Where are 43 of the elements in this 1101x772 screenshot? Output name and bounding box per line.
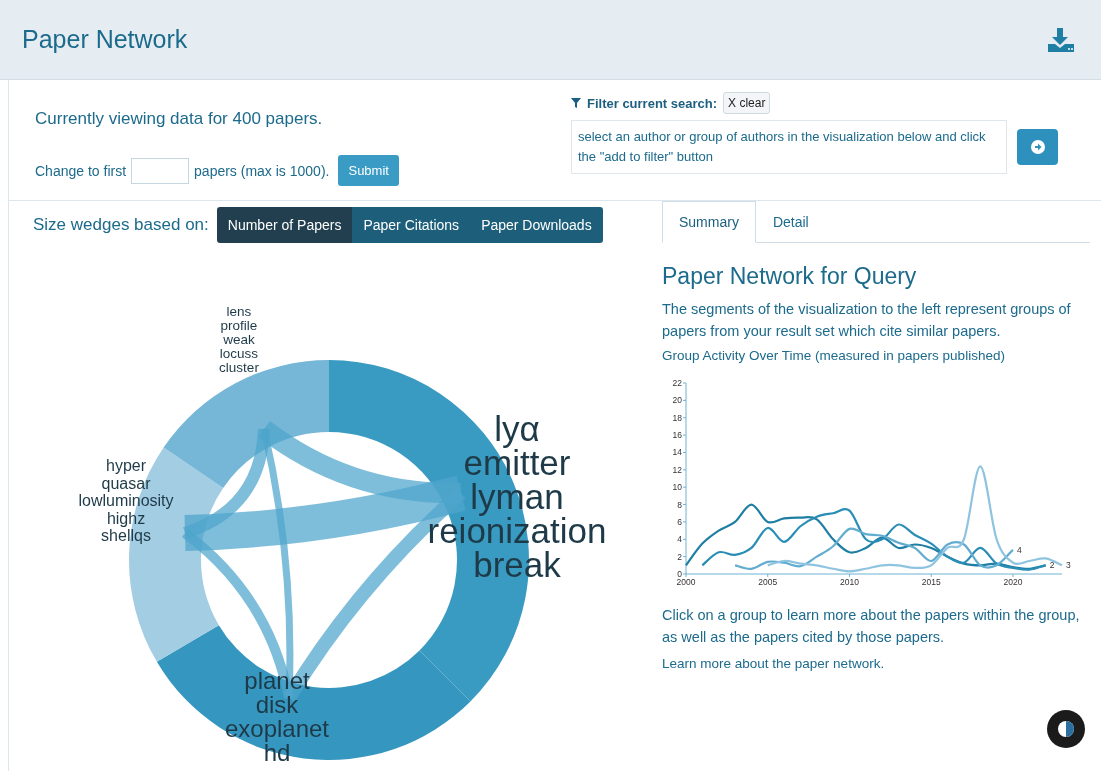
click-note: Click on a group to learn more about the papers within the group, as well as the papers cited by those papers. [662, 606, 1081, 647]
y-tick-label: 20 [672, 395, 682, 406]
y-tick-label: 10 [672, 482, 682, 493]
chart-caption: Group Activity Over Time (measured in papers published) [662, 348, 1006, 363]
group-keyword: locuss [219, 346, 259, 361]
group-keyword: hyper [106, 457, 146, 474]
series-label: 4 [1016, 544, 1022, 555]
x-tick-label: 2020 [1003, 577, 1023, 586]
group-keyword: quasar [101, 474, 151, 492]
y-tick-label: 18 [672, 412, 682, 423]
y-tick-label: 0 [677, 569, 682, 579]
y-tick-label: 12 [672, 464, 682, 475]
y-tick-label: 14 [672, 447, 682, 458]
group-keyword: exoplanet [224, 715, 330, 742]
x-tick-label: 2005 [758, 577, 778, 586]
page-title: Paper Network [22, 25, 188, 54]
group-keyword: weak [223, 332, 255, 347]
y-tick-label: 22 [672, 378, 682, 388]
change-label: Change to first [35, 162, 127, 179]
series-label: 2 [1049, 560, 1055, 571]
y-tick-label: 6 [677, 516, 682, 527]
group-keyword: lowluminosity [78, 492, 174, 509]
filter-label: Filter current search: [587, 95, 718, 111]
x-tick-label: 2000 [676, 577, 696, 586]
summary-heading: Paper Network for Query [662, 263, 918, 290]
x-tick-label: 2010 [840, 577, 859, 586]
size-by-label: Size wedges based on: [33, 215, 209, 235]
group-keyword: lens [226, 304, 252, 319]
x-tick-label: 2015 [921, 577, 941, 586]
y-tick-label: 4 [677, 534, 682, 545]
y-tick-label: 2 [677, 551, 682, 562]
group-keyword: cluster [219, 360, 259, 375]
group-keyword: highz [106, 509, 146, 527]
filter-hint: select an author or group of authors in the visualization below and click the "add to filter" button [571, 120, 1007, 174]
group-keyword: profile [220, 318, 258, 333]
summary-intro: The segments of the visualization to the left represent groups of papers from your result set which cite similar papers. [662, 300, 1072, 341]
y-tick-label: 8 [677, 499, 682, 510]
y-tick-label: 16 [672, 430, 682, 441]
series-label: 3 [1066, 560, 1071, 571]
group-keyword: disk [255, 691, 299, 718]
change-suffix: papers (max is 1000). [194, 162, 330, 179]
viewing-status: Currently viewing data for 400 papers. [35, 109, 324, 129]
group-keyword: shellqs [101, 527, 151, 544]
